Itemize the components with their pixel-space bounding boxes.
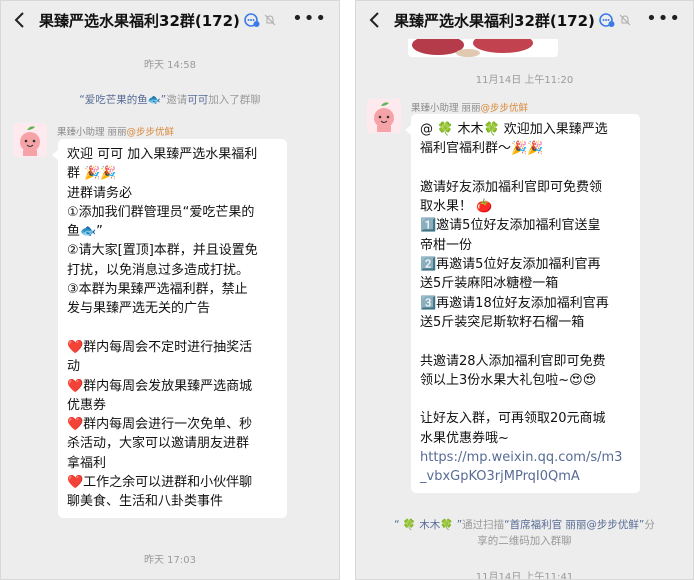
message-line: 进群请务必 — [67, 185, 133, 201]
scan-text-b: 享的二维码加入群聊 — [477, 535, 572, 547]
message-line: 优惠券 — [67, 397, 107, 413]
message-bubble[interactable]: 欢迎 可可 加入果臻严选水果福利群 🎉🎉 进群请务必 ①添加我们群管理员“爱吃芒果… — [52, 139, 287, 518]
join-verb: 邀请 — [166, 94, 188, 106]
message-line: 1️⃣邀请5位好友添加福利官送皇 — [420, 218, 601, 234]
message-line: @ 🍀 木木🍀 欢迎加入果臻严选 — [420, 122, 608, 137]
sender-nickname: 果臻小助理 丽丽 — [411, 103, 481, 114]
message-line: 打扰，以免消息过多造成打扰。 — [67, 262, 250, 278]
message-bubble[interactable]: @ 🍀 木木🍀 欢迎加入果臻严选 福利官福利群～🎉🎉 邀请好友添加福利官即可免费领取… — [405, 114, 640, 493]
message-line: ❤️群内每周会不定时进行抽奖活 — [67, 339, 253, 355]
sender-name: 果臻小助理 丽丽@步步优鲜 — [57, 124, 174, 138]
mute-bell-icon — [619, 14, 631, 26]
avatar[interactable] — [367, 99, 401, 133]
message-line: 水果优惠券哦~ — [420, 430, 509, 446]
group-tag-icon — [599, 13, 615, 27]
message-line — [420, 390, 631, 409]
article-link[interactable]: https://mp.weixin.qq.com/s/m3 _vbxGpKO3r… — [420, 448, 631, 487]
message-line: 群 🎉🎉 — [67, 166, 117, 182]
message-line: 送5斤装突尼斯软籽石榴一箱 — [420, 314, 585, 330]
avatar[interactable] — [13, 123, 47, 157]
chat-panel-right: 果臻严选水果福利32群(172) ••• 11月14日 上午11:20 果臻小助… — [355, 0, 694, 580]
chat-title: 果臻严选水果福利32群(172) — [39, 11, 240, 30]
timestamp: 11月14日 上午11:20 — [475, 75, 574, 86]
scan-text-a: 分 — [644, 519, 655, 531]
message-line — [420, 332, 631, 351]
timestamp: 11月14日 上午11:41 — [475, 572, 574, 580]
more-dots-icon[interactable]: ••• — [292, 10, 327, 28]
message-line: 动 — [67, 359, 81, 375]
sender-at-tag: @步步优鲜 — [480, 103, 529, 114]
member-name[interactable]: “ 🍀 木木🍀 ” — [394, 519, 462, 531]
message-line: 福利官福利群～🎉🎉 — [420, 141, 544, 157]
message-line: ❤️工作之余可以进群和小伙伴聊 — [67, 475, 253, 491]
sender-name: 果臻小助理 丽丽@步步优鲜 — [411, 100, 528, 114]
message-line: 3️⃣再邀请18位好友添加福利官再 — [420, 295, 609, 311]
back-arrow-icon[interactable] — [364, 9, 386, 31]
more-dots-icon[interactable]: ••• — [646, 10, 681, 28]
back-arrow-icon[interactable] — [9, 9, 31, 31]
message-line: ②请大家[置顶]本群，并且设置免 — [67, 243, 258, 259]
message-line: 欢迎 可可 加入果臻严选水果福利 — [67, 147, 258, 162]
message-line: 共邀请28人添加福利官即可免费 — [420, 353, 606, 369]
message-line: 让好友入群，可再领取20元商城 — [420, 411, 606, 427]
message-line — [420, 159, 631, 178]
message-line: ①添加我们群管理员“爱吃芒果的 — [67, 204, 255, 220]
chat-panel-left: 果臻严选水果福利32群(172) ••• 昨天 14:58 “爱吃芒果的鱼🐟”邀… — [0, 0, 340, 580]
sender-at-tag: @步步优鲜 — [126, 127, 175, 138]
message-text: 欢迎 可可 加入果臻严选水果福利群 🎉🎉 进群请务必 ①添加我们群管理员“爱吃芒果… — [67, 145, 278, 512]
message-line: 邀请好友添加福利官即可免费领 — [420, 179, 603, 195]
chat-header: 果臻严选水果福利32群(172) ••• — [1, 1, 339, 39]
message-line: ③本群为果臻严选福利群，禁止 — [67, 282, 248, 298]
message-line: 鱼🐟” — [67, 224, 103, 240]
message-line: ❤️群内每周会进行一次免单、秒 — [67, 417, 253, 433]
inviter-name[interactable]: “爱吃芒果的鱼🐟” — [79, 94, 166, 106]
mute-bell-icon — [264, 14, 276, 26]
system-scan-notice: “ 🍀 木木🍀 ”通过扫描“首席福利官 丽丽@步步优鲜”分 享的二维码加入群聊 — [368, 517, 681, 549]
message-text: @ 🍀 木木🍀 欢迎加入果臻严选 福利官福利群～🎉🎉 邀请好友添加福利官即可免费领取… — [420, 120, 631, 448]
message-line: 帝柑一份 — [420, 237, 473, 253]
message-line — [67, 319, 278, 338]
scan-verb: 通过扫描 — [462, 519, 505, 531]
system-join-notice: “爱吃芒果的鱼🐟”邀请可可加入了群聊 — [21, 92, 319, 108]
message-line: 领以上3份水果大礼包啦~😍😍 — [420, 372, 597, 388]
message-line: 送5斤装麻阳冰糖橙一箱 — [420, 276, 559, 292]
message-line: 拿福利 — [67, 455, 107, 471]
chat-title: 果臻严选水果福利32群(172) — [394, 11, 595, 30]
message-line: 发与果臻严选无关的广告 — [67, 301, 211, 317]
invitee-name[interactable]: 可可 — [187, 94, 208, 106]
link-line[interactable]: _vbxGpKO3rjMPrqI0QmA — [420, 467, 631, 486]
chat-header: 果臻严选水果福利32群(172) ••• — [356, 1, 693, 39]
link-line[interactable]: https://mp.weixin.qq.com/s/m3 — [420, 448, 631, 467]
join-tail: 加入了群聊 — [208, 94, 261, 106]
group-tag-icon — [244, 13, 260, 27]
message-line: 取水果！ 🍅 — [420, 199, 493, 215]
message-line: 聊美食、生活和八卦类事件 — [67, 494, 224, 510]
peach-avatar-icon — [13, 123, 47, 157]
message-line: 2️⃣再邀请5位好友添加福利官再 — [420, 257, 601, 273]
message-line: ❤️群内每周会发放果臻严选商城 — [67, 378, 253, 394]
peach-avatar-icon — [367, 99, 401, 133]
previous-image-message[interactable] — [408, 39, 558, 57]
sharer-name[interactable]: “首席福利官 丽丽@步步优鲜” — [504, 519, 644, 531]
timestamp: 昨天 14:58 — [144, 60, 196, 71]
message-line: 杀活动，大家可以邀请朋友进群 — [67, 436, 250, 452]
sender-nickname: 果臻小助理 丽丽 — [57, 127, 127, 138]
timestamp: 昨天 17:03 — [144, 555, 196, 566]
